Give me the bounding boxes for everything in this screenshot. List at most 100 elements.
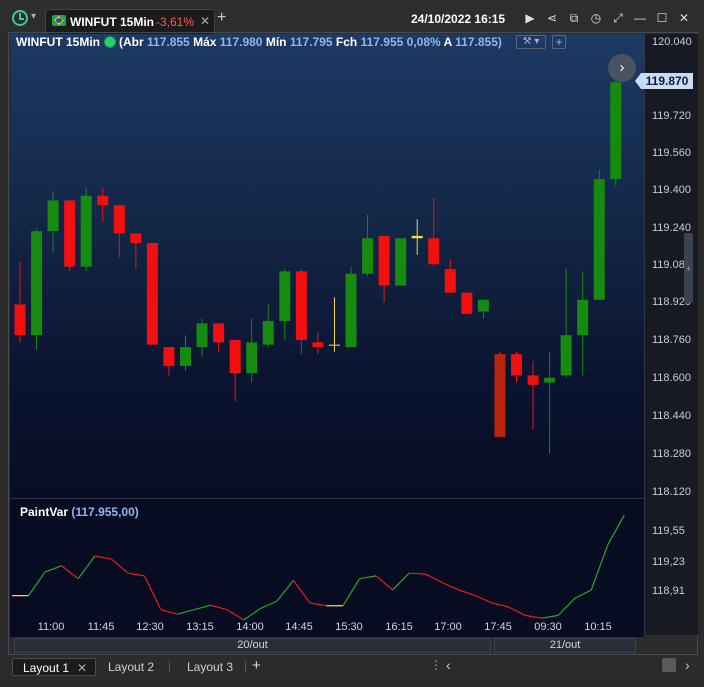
share-icon[interactable]: ⋖ <box>541 10 563 26</box>
indicator-line-segment <box>127 572 145 577</box>
candle <box>146 242 158 345</box>
candle-body <box>544 377 556 383</box>
indicator-line-segment <box>541 614 559 619</box>
clock-icon[interactable]: ◷ <box>585 10 607 26</box>
candle <box>262 304 274 348</box>
legend-close-value: 117.955 <box>360 35 404 49</box>
status-dot-icon <box>105 37 115 47</box>
indicator-line-segment <box>143 575 162 610</box>
indicator-line-segment <box>342 578 361 607</box>
maximize-icon[interactable]: ☐ <box>651 10 673 26</box>
legend-ask-value: 117.855) <box>455 35 502 49</box>
more-options-icon[interactable]: ⋮ <box>430 658 442 672</box>
price-tick: 118.600 <box>652 372 691 384</box>
indicator-line-segment <box>210 604 228 611</box>
top-bar: ▾ WINFUT 15Min -3,61% ✕ + 24/10/2022 16:… <box>0 0 704 34</box>
day-label-2: 21/out <box>494 638 636 653</box>
candle <box>477 299 489 319</box>
candle-body <box>262 321 274 345</box>
price-tick: 119.720 <box>652 110 691 122</box>
layout-tab-3[interactable]: Layout 3 <box>187 658 233 676</box>
layout-tab-1[interactable]: Layout 1 ✕ <box>12 658 97 676</box>
layout-tab-2[interactable]: Layout 2 <box>108 658 154 676</box>
chevron-down-icon[interactable]: ▾ <box>31 11 36 22</box>
candle <box>180 335 191 371</box>
close-icon[interactable]: ✕ <box>673 10 695 26</box>
price-tick: 119.400 <box>652 184 691 196</box>
price-tick: 118.760 <box>652 334 691 346</box>
legend-ask-label: A <box>443 35 452 49</box>
legend-low-label: Mín <box>265 35 287 49</box>
candle-body <box>362 238 374 274</box>
scrollbar-thumb[interactable] <box>662 658 676 672</box>
candle-body <box>411 235 423 239</box>
candle-body <box>378 235 390 286</box>
candle <box>97 188 109 222</box>
candle <box>544 351 556 454</box>
candle <box>163 347 175 376</box>
scroll-left-icon[interactable]: ‹ <box>446 657 451 673</box>
indicator-tick: 119,55 <box>652 525 685 537</box>
candle <box>444 259 456 293</box>
indicator-line-segment <box>28 571 46 596</box>
candle <box>362 214 374 277</box>
candle-body <box>163 347 175 366</box>
tab-close-icon[interactable]: ✕ <box>200 14 210 28</box>
candle-body <box>461 292 473 314</box>
candle-body <box>130 233 142 243</box>
indicator-line-segment <box>292 580 311 604</box>
candle <box>295 269 307 355</box>
candle <box>14 261 26 343</box>
minimize-icon[interactable]: — <box>629 10 651 26</box>
scroll-to-latest-button[interactable]: › <box>608 54 636 82</box>
candle-body <box>328 344 340 346</box>
candle-body <box>213 323 225 343</box>
price-tick: 118.120 <box>652 486 691 498</box>
indicator-line-segment <box>574 589 592 599</box>
indicator-line-segment <box>508 606 526 616</box>
candle <box>64 200 76 272</box>
candlestick-chart <box>12 70 625 621</box>
legend-open-label: (Abr <box>119 35 144 49</box>
indicator-line-segment <box>94 555 112 560</box>
candle <box>461 292 473 314</box>
legend-pct-value: 0,08% <box>406 35 441 49</box>
indicator-line-segment <box>193 604 211 611</box>
candle-body <box>229 339 241 374</box>
indicator-name: PaintVar <box>20 505 69 519</box>
price-axis[interactable]: 120.040 119.720 119.560 119.400 119.240 119.0… <box>644 34 698 635</box>
candle <box>196 318 208 357</box>
candle-body <box>511 354 522 376</box>
legend-symbol: WINFUT 15Min <box>16 35 100 49</box>
candle <box>378 235 390 303</box>
clock-icon[interactable] <box>12 10 28 26</box>
add-layout-button[interactable]: + <box>252 657 261 674</box>
expand-icon[interactable]: ⤢ <box>607 10 629 26</box>
indicator-line-segment <box>458 589 476 597</box>
chart-tab[interactable]: WINFUT 15Min -3,61% ✕ <box>45 9 215 34</box>
candle-body <box>444 269 456 293</box>
candle <box>328 297 340 352</box>
side-panel-handle[interactable]: ‹ <box>684 233 693 303</box>
add-tab-button[interactable]: + <box>217 9 226 27</box>
add-indicator-button[interactable]: + <box>552 35 566 49</box>
candle <box>527 361 539 430</box>
indicator-line-segment <box>557 598 576 616</box>
candle-body <box>47 200 59 232</box>
play-icon[interactable]: ▶ <box>519 10 541 26</box>
window-toolbar: ▶ ⋖ ⧉ ◷ ⤢ — ☐ ✕ <box>519 10 695 26</box>
indicator-legend: PaintVar (117.955,00) <box>20 505 139 519</box>
indicator-line-segment <box>409 572 426 575</box>
candle-body <box>279 271 291 322</box>
candle <box>428 198 440 267</box>
layout-close-icon[interactable]: ✕ <box>77 661 87 675</box>
candle <box>610 70 622 187</box>
scroll-right-icon[interactable]: › <box>685 657 690 673</box>
indicator-line-segment <box>77 555 96 580</box>
price-tick: 119.08 <box>652 259 685 271</box>
legend-tools-button[interactable]: ⚒ ▾ <box>516 35 546 49</box>
indicator-line-segment <box>226 609 245 621</box>
indicator-line-segment <box>475 595 493 604</box>
tab-title: WINFUT 15Min <box>70 15 154 29</box>
window-icon[interactable]: ⧉ <box>563 10 585 26</box>
